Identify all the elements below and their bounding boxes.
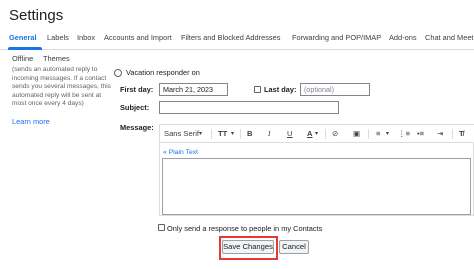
toolbar-divider <box>325 129 326 139</box>
settings-tabs: General Labels Inbox Accounts and Import… <box>0 32 474 50</box>
bold-icon[interactable]: B <box>247 129 252 138</box>
vacation-on-radio[interactable] <box>114 69 122 77</box>
align-icon[interactable]: ≡ <box>376 129 380 138</box>
tab-inbox[interactable]: Inbox <box>77 33 95 42</box>
remove-formatting-icon[interactable]: T̸ <box>459 129 464 138</box>
last-day-label: Last day: <box>264 85 297 94</box>
tab-chat-and-meet[interactable]: Chat and Meet <box>425 33 473 42</box>
font-caret-icon[interactable]: ▾ <box>199 130 202 137</box>
tab-filters[interactable]: Filters and Blocked Addresses <box>181 33 280 42</box>
message-editor: Sans Serif ▾ TT ▾ B I U A ▾ ⊘ ▣ ≡ ▾ ⋮≡ •… <box>159 124 474 216</box>
learn-more-link[interactable]: Learn more <box>12 117 50 126</box>
image-icon[interactable]: ▣ <box>353 129 360 138</box>
plain-text-link[interactable]: « Plain Text <box>163 149 198 156</box>
subject-label: Subject: <box>120 103 150 112</box>
tab-themes[interactable]: Themes <box>43 54 70 63</box>
font-size-icon[interactable]: TT <box>218 129 227 138</box>
vacation-description: (sends an automated reply to incoming me… <box>12 66 111 108</box>
settings-subtabs: Offline Themes <box>0 50 474 67</box>
save-changes-button[interactable]: Save Changes <box>222 240 274 254</box>
last-day-field[interactable] <box>300 83 370 96</box>
link-icon[interactable]: ⊘ <box>332 129 338 138</box>
font-family-select[interactable]: Sans Serif <box>164 129 199 138</box>
toolbar-divider <box>368 129 369 139</box>
toolbar-divider <box>211 129 212 139</box>
size-caret-icon[interactable]: ▾ <box>231 130 234 137</box>
last-day-checkbox[interactable] <box>254 86 261 93</box>
first-day-field[interactable] <box>159 83 228 96</box>
toolbar-divider <box>452 129 453 139</box>
color-caret-icon[interactable]: ▾ <box>315 130 318 137</box>
only-contacts-checkbox[interactable] <box>158 224 165 231</box>
indent-icon[interactable]: ⇥ <box>437 129 443 138</box>
message-body[interactable] <box>162 158 471 215</box>
tab-general[interactable]: General <box>9 33 37 42</box>
tab-accounts-and-import[interactable]: Accounts and Import <box>104 33 172 42</box>
tab-forwarding[interactable]: Forwarding and POP/IMAP <box>292 33 381 42</box>
toolbar-divider <box>240 129 241 139</box>
subject-field[interactable] <box>159 101 339 114</box>
tab-labels[interactable]: Labels <box>47 33 69 42</box>
tab-offline[interactable]: Offline <box>12 54 33 63</box>
tab-add-ons[interactable]: Add-ons <box>389 33 417 42</box>
only-contacts-label: Only send a response to people in my Con… <box>167 224 323 233</box>
text-color-icon[interactable]: A <box>307 129 312 138</box>
cancel-button[interactable]: Cancel <box>279 240 309 254</box>
vacation-on-label: Vacation responder on <box>126 68 200 77</box>
numbered-list-icon[interactable]: ⋮≡ <box>398 129 410 138</box>
formatting-toolbar: Sans Serif ▾ TT ▾ B I U A ▾ ⊘ ▣ ≡ ▾ ⋮≡ •… <box>160 125 474 143</box>
first-day-label: First day: <box>120 85 154 94</box>
message-label: Message: <box>120 123 154 132</box>
italic-icon[interactable]: I <box>268 129 271 138</box>
bulleted-list-icon[interactable]: •≡ <box>417 129 424 138</box>
align-caret-icon[interactable]: ▾ <box>386 130 389 137</box>
underline-icon[interactable]: U <box>287 129 292 138</box>
page-title: Settings <box>9 7 64 24</box>
